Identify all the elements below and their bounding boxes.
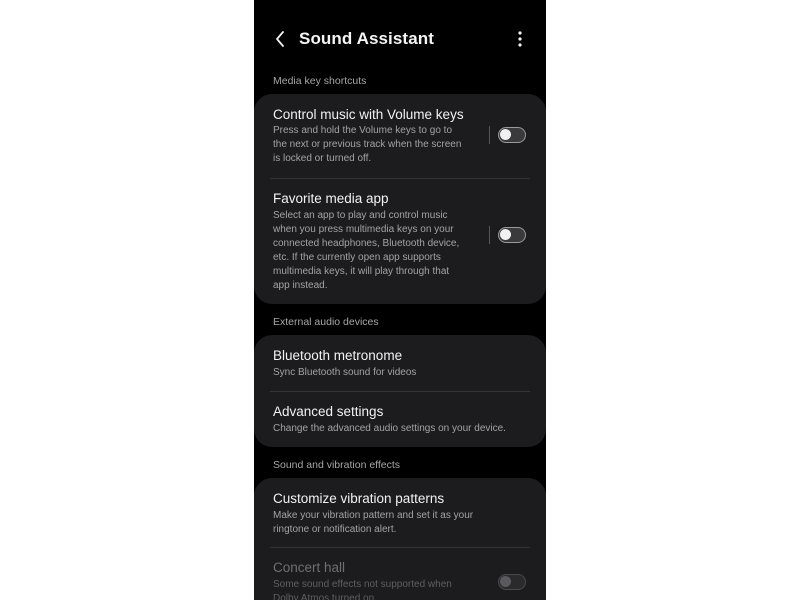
row-title: Advanced settings xyxy=(273,404,384,419)
row-description-line: connected headphones, Bluetooth device, xyxy=(273,238,460,249)
row-description-line: Some sound effects not supported when xyxy=(273,579,452,590)
external-audio-card: Bluetooth metronome Sync Bluetooth sound… xyxy=(254,335,546,447)
section-header-external-audio: External audio devices xyxy=(273,316,379,328)
chevron-left-icon xyxy=(276,31,284,47)
phone-screen: Sound Assistant Media key shortcuts Cont… xyxy=(254,0,546,600)
back-button[interactable] xyxy=(268,27,292,51)
row-title: Control music with Volume keys xyxy=(273,107,464,122)
toggle-knob xyxy=(500,229,511,240)
sound-vibration-card: Customize vibration patterns Make your v… xyxy=(254,478,546,600)
row-description-line: Press and hold the Volume keys to go to xyxy=(273,125,452,136)
control-music-volume-keys-toggle[interactable] xyxy=(498,127,526,143)
media-keys-card: Control music with Volume keys Press and… xyxy=(254,94,546,304)
toggle-knob xyxy=(500,129,511,140)
row-description-line: Change the advanced audio settings on yo… xyxy=(273,423,506,434)
row-description-line: Dolby Atmos turned on. xyxy=(273,593,377,600)
row-description-line: the next or previous track when the scre… xyxy=(273,139,462,150)
row-description-line: ringtone or notification alert. xyxy=(273,524,397,535)
toggle-knob xyxy=(500,576,511,587)
customize-vibration-patterns-row[interactable]: Customize vibration patterns Make your v… xyxy=(254,478,546,547)
row-description-line: etc. If the currently open app supports xyxy=(273,252,441,263)
row-description-line: multimedia keys, it will play through th… xyxy=(273,266,450,277)
row-title: Bluetooth metronome xyxy=(273,348,403,363)
more-vertical-icon xyxy=(518,31,522,47)
row-description-line: Select an app to play and control music xyxy=(273,210,448,221)
section-header-media-keys: Media key shortcuts xyxy=(273,75,367,87)
more-options-button[interactable] xyxy=(512,28,528,50)
row-description-line: Sync Bluetooth sound for videos xyxy=(273,367,417,378)
advanced-settings-row[interactable]: Advanced settings Change the advanced au… xyxy=(254,392,546,447)
toggle-separator xyxy=(489,226,490,244)
row-title: Customize vibration patterns xyxy=(273,491,445,506)
page-title: Sound Assistant xyxy=(299,29,434,48)
favorite-media-app-row[interactable]: Favorite media app Select an app to play… xyxy=(254,179,546,304)
row-description-line: is locked or turned off. xyxy=(273,153,372,164)
row-title: Concert hall xyxy=(273,560,346,575)
app-bar: Sound Assistant xyxy=(254,0,546,78)
concert-hall-row[interactable]: Concert hall Some sound effects not supp… xyxy=(254,548,546,600)
row-description-line: Make your vibration pattern and set it a… xyxy=(273,510,474,521)
favorite-media-app-toggle[interactable] xyxy=(498,227,526,243)
row-description-line: when you press multimedia keys on your xyxy=(273,224,454,235)
section-header-sound-vibration: Sound and vibration effects xyxy=(273,459,401,471)
toggle-separator xyxy=(489,126,490,144)
control-music-volume-keys-row[interactable]: Control music with Volume keys Press and… xyxy=(254,94,546,178)
bluetooth-metronome-row[interactable]: Bluetooth metronome Sync Bluetooth sound… xyxy=(254,335,546,391)
concert-hall-toggle[interactable] xyxy=(498,574,526,590)
row-title: Favorite media app xyxy=(273,191,389,206)
row-description-line: app instead. xyxy=(273,280,328,291)
